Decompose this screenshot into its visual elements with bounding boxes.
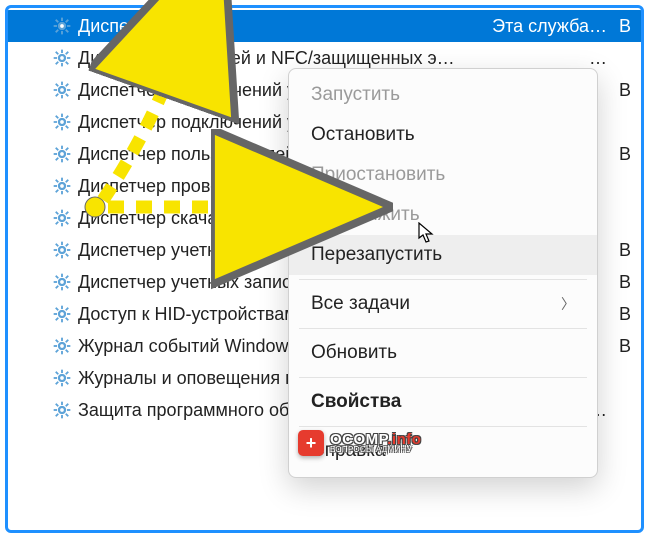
menu-restart[interactable]: Перезапустить — [289, 235, 597, 275]
gear-icon — [52, 336, 72, 356]
menu-separator — [299, 328, 587, 329]
watermark-subtitle: ВОПРОСЫ АДМИНУ — [330, 446, 421, 453]
chevron-right-icon: 〉 — [561, 294, 575, 314]
service-last-col: В — [615, 80, 635, 101]
service-desc: … — [589, 48, 607, 69]
menu-separator — [299, 377, 587, 378]
service-last-col: В — [615, 336, 635, 357]
gear-icon — [52, 48, 72, 68]
menu-resume: Продолжить — [289, 195, 597, 235]
watermark: + OCOMP.info ВОПРОСЫ АДМИНУ — [298, 430, 421, 456]
watermark-brand: OCOMP.info — [330, 433, 421, 447]
gear-icon — [52, 304, 72, 324]
gear-icon — [52, 144, 72, 164]
gear-icon — [52, 368, 72, 388]
service-last-col: В — [615, 144, 635, 165]
menu-separator — [299, 426, 587, 427]
context-menu: Запустить Остановить Приостановить Продо… — [288, 68, 598, 478]
gear-icon — [52, 272, 72, 292]
gear-icon — [52, 240, 72, 260]
service-name: Диспетчер печати — [48, 16, 482, 37]
gear-icon — [52, 176, 72, 196]
service-last-col: В — [615, 272, 635, 293]
gear-icon — [52, 16, 72, 36]
gear-icon — [52, 400, 72, 420]
gear-icon — [52, 80, 72, 100]
menu-stop[interactable]: Остановить — [289, 115, 597, 155]
menu-start: Запустить — [289, 75, 597, 115]
menu-all-tasks[interactable]: Все задачи 〉 — [289, 284, 597, 324]
service-name: Диспетчер платежей и NFC/защищенных э… — [48, 48, 579, 69]
service-last-col: В — [615, 240, 635, 261]
service-last-col: В — [615, 16, 635, 37]
service-last-col: В — [615, 304, 635, 325]
menu-pause: Приостановить — [289, 155, 597, 195]
menu-all-tasks-label: Все задачи — [311, 293, 410, 315]
menu-separator — [299, 279, 587, 280]
gear-icon — [52, 208, 72, 228]
menu-refresh[interactable]: Обновить — [289, 333, 597, 373]
service-desc: Эта служба… — [492, 16, 607, 37]
menu-properties[interactable]: Свойства — [289, 382, 597, 422]
service-row[interactable]: Диспетчер печати Эта служба… В — [8, 10, 641, 42]
watermark-badge-icon: + — [298, 430, 324, 456]
gear-icon — [52, 112, 72, 132]
